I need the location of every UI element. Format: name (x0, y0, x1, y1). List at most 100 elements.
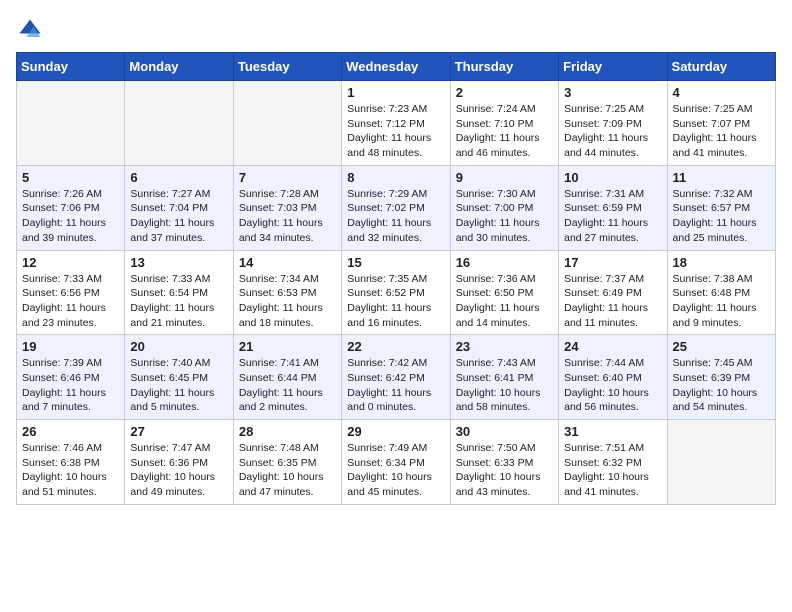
day-info: Sunrise: 7:26 AM Sunset: 7:06 PM Dayligh… (22, 187, 119, 246)
day-cell-5: 5 Sunrise: 7:26 AM Sunset: 7:06 PM Daylig… (17, 165, 125, 250)
day-info: Sunrise: 7:31 AM Sunset: 6:59 PM Dayligh… (564, 187, 661, 246)
day-number: 12 (22, 255, 119, 270)
day-cell-19: 19 Sunrise: 7:39 AM Sunset: 6:46 PM Dayli… (17, 335, 125, 420)
weekday-header-friday: Friday (559, 53, 667, 81)
day-number: 8 (347, 170, 444, 185)
day-number: 10 (564, 170, 661, 185)
day-cell-22: 22 Sunrise: 7:42 AM Sunset: 6:42 PM Dayli… (342, 335, 450, 420)
day-cell-26: 26 Sunrise: 7:46 AM Sunset: 6:38 PM Dayli… (17, 420, 125, 505)
day-cell-29: 29 Sunrise: 7:49 AM Sunset: 6:34 PM Dayli… (342, 420, 450, 505)
day-info: Sunrise: 7:36 AM Sunset: 6:50 PM Dayligh… (456, 272, 553, 331)
day-info: Sunrise: 7:33 AM Sunset: 6:56 PM Dayligh… (22, 272, 119, 331)
day-cell-7: 7Sunrise: 7:28 AM Sunset: 7:03 PM Daylig… (233, 165, 341, 250)
day-info: Sunrise: 7:46 AM Sunset: 6:38 PM Dayligh… (22, 441, 119, 500)
day-number: 19 (22, 339, 119, 354)
week-row-3: 12 Sunrise: 7:33 AM Sunset: 6:56 PM Dayli… (17, 250, 776, 335)
day-info: Sunrise: 7:49 AM Sunset: 6:34 PM Dayligh… (347, 441, 444, 500)
day-number: 24 (564, 339, 661, 354)
day-number: 15 (347, 255, 444, 270)
day-cell-23: 23 Sunrise: 7:43 AM Sunset: 6:41 PM Dayli… (450, 335, 558, 420)
weekday-header-saturday: Saturday (667, 53, 775, 81)
day-number: 29 (347, 424, 444, 439)
day-cell-16: 16 Sunrise: 7:36 AM Sunset: 6:50 PM Dayli… (450, 250, 558, 335)
day-cell-1: 1 Sunrise: 7:23 AM Sunset: 7:12 PM Daylig… (342, 81, 450, 166)
logo-icon (16, 16, 44, 44)
day-number: 6 (130, 170, 227, 185)
day-number: 18 (673, 255, 770, 270)
day-number: 22 (347, 339, 444, 354)
day-number: 23 (456, 339, 553, 354)
week-row-2: 5 Sunrise: 7:26 AM Sunset: 7:06 PM Daylig… (17, 165, 776, 250)
day-cell-31: 31Sunrise: 7:51 AM Sunset: 6:32 PM Dayli… (559, 420, 667, 505)
day-info: Sunrise: 7:24 AM Sunset: 7:10 PM Dayligh… (456, 102, 553, 161)
day-cell-30: 30 Sunrise: 7:50 AM Sunset: 6:33 PM Dayli… (450, 420, 558, 505)
weekday-header-wednesday: Wednesday (342, 53, 450, 81)
day-info: Sunrise: 7:32 AM Sunset: 6:57 PM Dayligh… (673, 187, 770, 246)
day-cell-10: 10 Sunrise: 7:31 AM Sunset: 6:59 PM Dayli… (559, 165, 667, 250)
day-cell-20: 20 Sunrise: 7:40 AM Sunset: 6:45 PM Dayli… (125, 335, 233, 420)
day-info: Sunrise: 7:30 AM Sunset: 7:00 PM Dayligh… (456, 187, 553, 246)
empty-cell (667, 420, 775, 505)
calendar-table: SundayMondayTuesdayWednesdayThursdayFrid… (16, 52, 776, 505)
day-info: Sunrise: 7:23 AM Sunset: 7:12 PM Dayligh… (347, 102, 444, 161)
day-number: 3 (564, 85, 661, 100)
day-cell-2: 2Sunrise: 7:24 AM Sunset: 7:10 PM Daylig… (450, 81, 558, 166)
week-row-4: 19 Sunrise: 7:39 AM Sunset: 6:46 PM Dayli… (17, 335, 776, 420)
day-cell-11: 11 Sunrise: 7:32 AM Sunset: 6:57 PM Dayli… (667, 165, 775, 250)
day-info: Sunrise: 7:42 AM Sunset: 6:42 PM Dayligh… (347, 356, 444, 415)
weekday-header-tuesday: Tuesday (233, 53, 341, 81)
day-number: 30 (456, 424, 553, 439)
day-info: Sunrise: 7:41 AM Sunset: 6:44 PM Dayligh… (239, 356, 336, 415)
weekday-header-thursday: Thursday (450, 53, 558, 81)
day-number: 7 (239, 170, 336, 185)
day-info: Sunrise: 7:33 AM Sunset: 6:54 PM Dayligh… (130, 272, 227, 331)
day-info: Sunrise: 7:40 AM Sunset: 6:45 PM Dayligh… (130, 356, 227, 415)
day-info: Sunrise: 7:48 AM Sunset: 6:35 PM Dayligh… (239, 441, 336, 500)
day-cell-3: 3Sunrise: 7:25 AM Sunset: 7:09 PM Daylig… (559, 81, 667, 166)
day-cell-27: 27Sunrise: 7:47 AM Sunset: 6:36 PM Dayli… (125, 420, 233, 505)
day-info: Sunrise: 7:39 AM Sunset: 6:46 PM Dayligh… (22, 356, 119, 415)
day-number: 26 (22, 424, 119, 439)
day-info: Sunrise: 7:37 AM Sunset: 6:49 PM Dayligh… (564, 272, 661, 331)
day-info: Sunrise: 7:38 AM Sunset: 6:48 PM Dayligh… (673, 272, 770, 331)
day-number: 9 (456, 170, 553, 185)
day-number: 16 (456, 255, 553, 270)
day-number: 31 (564, 424, 661, 439)
day-info: Sunrise: 7:27 AM Sunset: 7:04 PM Dayligh… (130, 187, 227, 246)
day-cell-13: 13 Sunrise: 7:33 AM Sunset: 6:54 PM Dayli… (125, 250, 233, 335)
day-number: 17 (564, 255, 661, 270)
day-cell-9: 9 Sunrise: 7:30 AM Sunset: 7:00 PM Daylig… (450, 165, 558, 250)
day-cell-15: 15 Sunrise: 7:35 AM Sunset: 6:52 PM Dayli… (342, 250, 450, 335)
day-number: 1 (347, 85, 444, 100)
day-info: Sunrise: 7:25 AM Sunset: 7:07 PM Dayligh… (673, 102, 770, 161)
day-number: 20 (130, 339, 227, 354)
day-number: 13 (130, 255, 227, 270)
weekday-header-sunday: Sunday (17, 53, 125, 81)
day-cell-6: 6 Sunrise: 7:27 AM Sunset: 7:04 PM Daylig… (125, 165, 233, 250)
empty-cell (17, 81, 125, 166)
day-info: Sunrise: 7:29 AM Sunset: 7:02 PM Dayligh… (347, 187, 444, 246)
day-info: Sunrise: 7:45 AM Sunset: 6:39 PM Dayligh… (673, 356, 770, 415)
day-cell-8: 8 Sunrise: 7:29 AM Sunset: 7:02 PM Daylig… (342, 165, 450, 250)
day-info: Sunrise: 7:50 AM Sunset: 6:33 PM Dayligh… (456, 441, 553, 500)
day-cell-17: 17 Sunrise: 7:37 AM Sunset: 6:49 PM Dayli… (559, 250, 667, 335)
day-cell-12: 12 Sunrise: 7:33 AM Sunset: 6:56 PM Dayli… (17, 250, 125, 335)
day-number: 27 (130, 424, 227, 439)
day-info: Sunrise: 7:34 AM Sunset: 6:53 PM Dayligh… (239, 272, 336, 331)
day-cell-28: 28Sunrise: 7:48 AM Sunset: 6:35 PM Dayli… (233, 420, 341, 505)
day-number: 21 (239, 339, 336, 354)
day-cell-24: 24 Sunrise: 7:44 AM Sunset: 6:40 PM Dayli… (559, 335, 667, 420)
day-info: Sunrise: 7:44 AM Sunset: 6:40 PM Dayligh… (564, 356, 661, 415)
header (16, 16, 776, 44)
day-info: Sunrise: 7:35 AM Sunset: 6:52 PM Dayligh… (347, 272, 444, 331)
day-number: 4 (673, 85, 770, 100)
logo (16, 16, 48, 44)
day-cell-14: 14Sunrise: 7:34 AM Sunset: 6:53 PM Dayli… (233, 250, 341, 335)
week-row-5: 26 Sunrise: 7:46 AM Sunset: 6:38 PM Dayli… (17, 420, 776, 505)
day-cell-4: 4 Sunrise: 7:25 AM Sunset: 7:07 PM Daylig… (667, 81, 775, 166)
weekday-header-monday: Monday (125, 53, 233, 81)
day-number: 11 (673, 170, 770, 185)
day-number: 5 (22, 170, 119, 185)
day-cell-21: 21 Sunrise: 7:41 AM Sunset: 6:44 PM Dayli… (233, 335, 341, 420)
day-info: Sunrise: 7:43 AM Sunset: 6:41 PM Dayligh… (456, 356, 553, 415)
